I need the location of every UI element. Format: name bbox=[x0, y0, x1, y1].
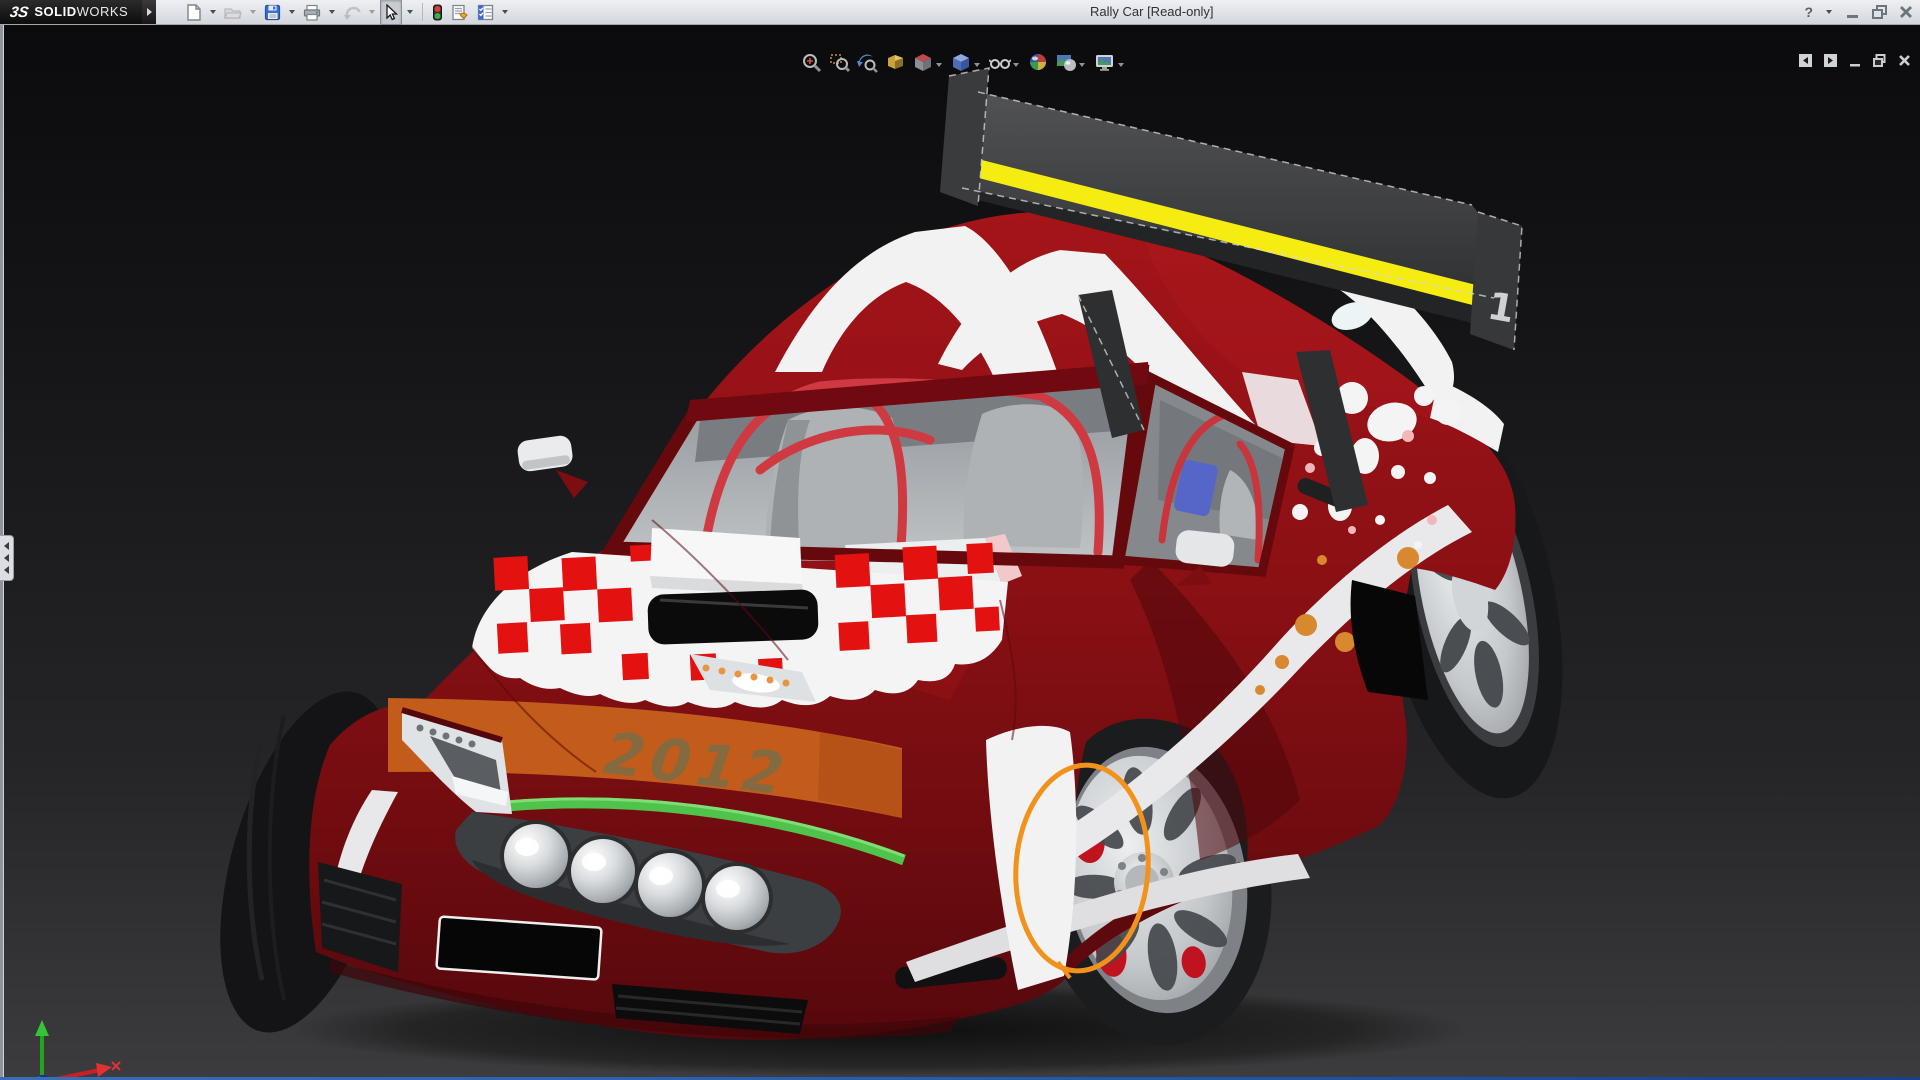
collapse-arrow-icon bbox=[4, 542, 9, 550]
document-title: Rally Car [Read-only] bbox=[1090, 4, 1214, 19]
collapse-arrow-icon bbox=[4, 566, 9, 574]
featuremanager-splitter-tab[interactable] bbox=[0, 535, 14, 581]
license-plate[interactable] bbox=[436, 916, 601, 979]
view-settings-button[interactable] bbox=[1093, 51, 1127, 79]
restore-button[interactable] bbox=[1871, 4, 1888, 20]
view-orientation-dropdown-arrow[interactable] bbox=[936, 63, 942, 67]
open-document-icon bbox=[224, 4, 242, 21]
file-properties-icon bbox=[451, 4, 469, 21]
window-controls: ? bbox=[1804, 0, 1914, 24]
save-icon bbox=[264, 4, 281, 21]
print-icon bbox=[303, 4, 321, 21]
open-document-dropdown-arrow[interactable] bbox=[250, 10, 256, 14]
display-style-button[interactable] bbox=[950, 51, 983, 79]
help-button[interactable]: ? bbox=[1804, 4, 1813, 20]
previous-view-button[interactable] bbox=[856, 51, 879, 79]
brand-text-light: WORKS bbox=[77, 4, 129, 19]
collapse-arrow-icon bbox=[4, 554, 9, 562]
edit-appearance-icon bbox=[1028, 52, 1049, 78]
title-bar: 3S SOLIDWORKS bbox=[0, 0, 1920, 25]
apply-scene-icon bbox=[1056, 52, 1077, 78]
orientation-triad bbox=[12, 1016, 122, 1080]
section-view-button[interactable] bbox=[884, 51, 907, 79]
options-dropdown-arrow[interactable] bbox=[502, 10, 508, 14]
zoom-to-area-button[interactable] bbox=[828, 51, 851, 79]
solidworks-window: 2012 bbox=[0, 0, 1920, 1080]
solidworks-logo: 3S SOLIDWORKS bbox=[0, 0, 142, 24]
rebuild-button[interactable] bbox=[429, 0, 446, 25]
display-style-dropdown-arrow[interactable] bbox=[974, 63, 980, 67]
menu-flyout-arrow[interactable] bbox=[142, 0, 156, 24]
zoom-to-area-icon bbox=[829, 52, 850, 78]
print-dropdown-arrow[interactable] bbox=[329, 10, 335, 14]
solidworks-logo-mark-icon: 3S bbox=[9, 4, 30, 21]
select-dropdown-arrow[interactable] bbox=[407, 10, 413, 14]
tile-left-icon[interactable] bbox=[1798, 53, 1813, 68]
toolbar-separator bbox=[422, 3, 423, 21]
previous-view-icon bbox=[857, 52, 878, 78]
headsup-view-toolbar bbox=[800, 51, 1127, 79]
hide-show-items-button[interactable] bbox=[988, 51, 1022, 79]
hide-show-items-dropdown-arrow[interactable] bbox=[1013, 63, 1019, 67]
zoom-to-fit-icon bbox=[801, 52, 822, 78]
select-cursor-icon bbox=[383, 4, 399, 21]
display-style-icon bbox=[951, 52, 972, 78]
graphics-viewport[interactable]: 2012 bbox=[0, 24, 1920, 1080]
undo-dropdown-arrow[interactable] bbox=[369, 10, 375, 14]
view-orientation-button[interactable] bbox=[912, 51, 945, 79]
select-button[interactable] bbox=[380, 0, 402, 25]
options-checklist-icon bbox=[477, 4, 494, 21]
new-document-icon bbox=[185, 4, 202, 21]
document-minimize-icon[interactable] bbox=[1848, 54, 1862, 68]
car-3d-model[interactable]: 2012 bbox=[0, 24, 1920, 1080]
section-view-icon bbox=[885, 52, 906, 78]
view-orientation-icon bbox=[913, 52, 934, 78]
save-dropdown-arrow[interactable] bbox=[289, 10, 295, 14]
options-button[interactable] bbox=[474, 0, 497, 25]
close-button[interactable] bbox=[1898, 4, 1914, 20]
open-document-button[interactable] bbox=[221, 0, 245, 25]
view-settings-icon bbox=[1094, 52, 1116, 78]
document-restore-icon[interactable] bbox=[1872, 53, 1887, 68]
new-document-button[interactable] bbox=[182, 0, 205, 25]
rebuild-traffic-light-icon bbox=[432, 4, 443, 21]
standard-toolbar bbox=[182, 0, 511, 25]
apply-scene-dropdown-arrow[interactable] bbox=[1079, 63, 1085, 67]
apply-scene-button[interactable] bbox=[1055, 51, 1088, 79]
zoom-to-fit-button[interactable] bbox=[800, 51, 823, 79]
undo-button[interactable] bbox=[340, 0, 364, 25]
edit-appearance-button[interactable] bbox=[1027, 51, 1050, 79]
view-settings-dropdown-arrow[interactable] bbox=[1118, 63, 1124, 67]
document-close-icon[interactable] bbox=[1897, 53, 1912, 68]
print-button[interactable] bbox=[300, 0, 324, 25]
brand-text-bold: SOLID bbox=[34, 4, 76, 19]
save-button[interactable] bbox=[261, 0, 284, 25]
file-properties-button[interactable] bbox=[448, 0, 472, 25]
minimize-button[interactable] bbox=[1845, 4, 1861, 20]
side-mirror-left[interactable] bbox=[516, 434, 588, 498]
help-dropdown-arrow[interactable] bbox=[1826, 10, 1832, 14]
document-window-controls bbox=[1798, 53, 1912, 68]
hide-show-items-icon bbox=[989, 52, 1011, 78]
undo-icon bbox=[343, 4, 361, 21]
tile-right-icon[interactable] bbox=[1823, 53, 1838, 68]
new-document-dropdown-arrow[interactable] bbox=[210, 10, 216, 14]
